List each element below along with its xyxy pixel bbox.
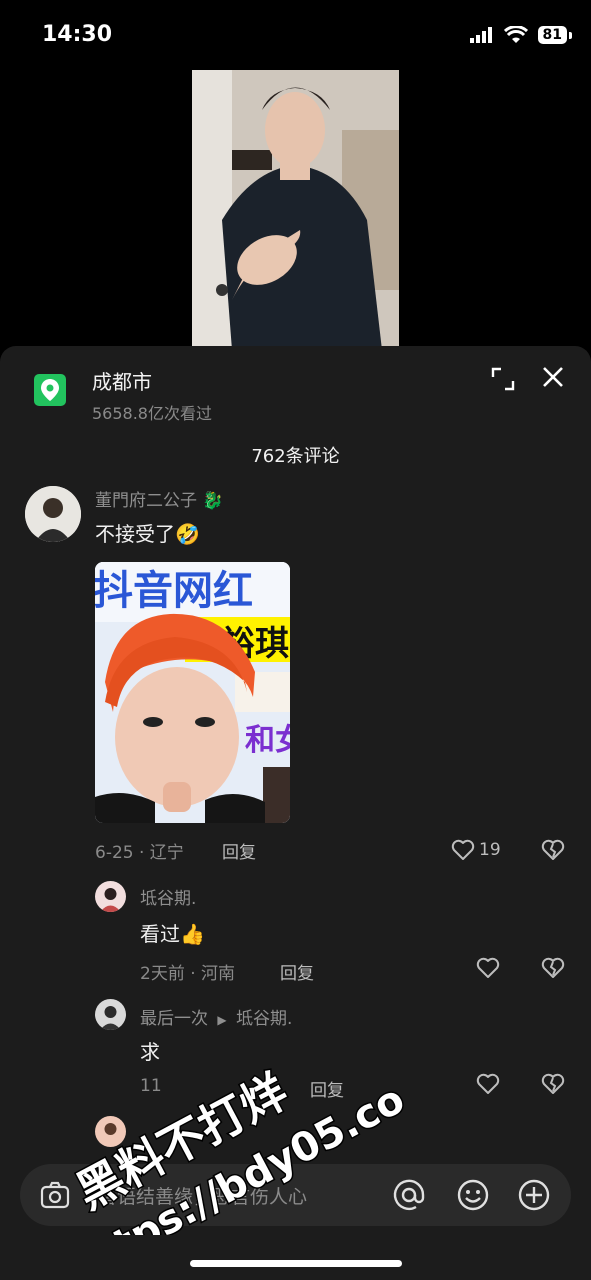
reply-meta: 11 — [140, 1076, 162, 1096]
location-pin-icon — [34, 374, 66, 406]
avatar[interactable] — [95, 1116, 126, 1147]
location-views: 5658.8亿次看过 — [92, 404, 212, 423]
heart-icon[interactable] — [451, 839, 475, 861]
play-arrow-icon: ▶ — [217, 1013, 227, 1027]
comment-input[interactable]: 善语结善缘，恶言伤人心 — [98, 1182, 307, 1209]
reply-button[interactable]: 回复 — [310, 1076, 344, 1101]
heart-icon[interactable] — [476, 957, 500, 979]
reply-username[interactable]: 最后一次 ▶ 坻谷期. — [140, 1004, 292, 1029]
expand-icon[interactable] — [490, 366, 516, 392]
avatar[interactable] — [95, 999, 126, 1030]
comments-count: 762条评论 — [251, 446, 340, 467]
thumbs-up-emoji-icon: 👍 — [180, 922, 205, 946]
reply-text: 求 — [140, 1040, 160, 1064]
emoji-icon[interactable] — [456, 1178, 490, 1212]
comment-image[interactable]: 抖音网红 梁裕琪 和女 — [95, 562, 290, 823]
close-icon[interactable] — [540, 364, 566, 390]
broken-heart-icon[interactable] — [541, 957, 565, 979]
video-preview[interactable] — [192, 70, 399, 350]
comments-sheet: 成都市 5658.8亿次看过 762条评论 董門府二公子 🐉 不接受了🤣 抖音网… — [0, 346, 591, 1280]
comment-text: 不接受了🤣 — [95, 522, 200, 546]
status-bar: 14:30 81 — [0, 0, 591, 70]
laughing-emoji-icon: 🤣 — [175, 522, 200, 546]
broken-heart-icon[interactable] — [541, 1073, 565, 1095]
dragon-emoji-icon: 🐉 — [202, 491, 224, 511]
avatar[interactable] — [95, 881, 126, 912]
signal-icon — [469, 27, 492, 43]
like-count: 19 — [479, 840, 501, 860]
reply-username[interactable]: 坻谷期. — [140, 884, 196, 909]
reply-button[interactable]: 回复 — [222, 838, 256, 863]
status-icons: 81 — [469, 26, 573, 44]
reply-text: 看过👍 — [140, 922, 205, 946]
comment-image-line3: 和女 — [245, 723, 290, 758]
home-indicator — [190, 1260, 402, 1267]
location-title[interactable]: 成都市 — [92, 366, 152, 395]
avatar[interactable] — [25, 486, 81, 542]
add-icon[interactable] — [517, 1178, 551, 1212]
mention-icon[interactable] — [392, 1178, 426, 1212]
comment-image-line1: 抖音网红 — [95, 568, 253, 614]
comment-username[interactable]: 董門府二公子 🐉 — [95, 486, 224, 511]
camera-icon[interactable] — [40, 1181, 70, 1209]
status-time: 14:30 — [42, 22, 113, 47]
comment-input-bar[interactable]: 善语结善缘，恶言伤人心 — [20, 1164, 571, 1226]
video-frame — [192, 70, 399, 350]
reply-meta: 2天前 · 河南 — [140, 964, 236, 984]
broken-heart-icon[interactable] — [541, 839, 565, 861]
wifi-icon — [503, 26, 528, 43]
battery-indicator: 81 — [537, 26, 573, 44]
heart-icon[interactable] — [476, 1073, 500, 1095]
comment-meta: 6-25 · 辽宁 — [95, 843, 184, 863]
reply-button[interactable]: 回复 — [280, 959, 314, 984]
